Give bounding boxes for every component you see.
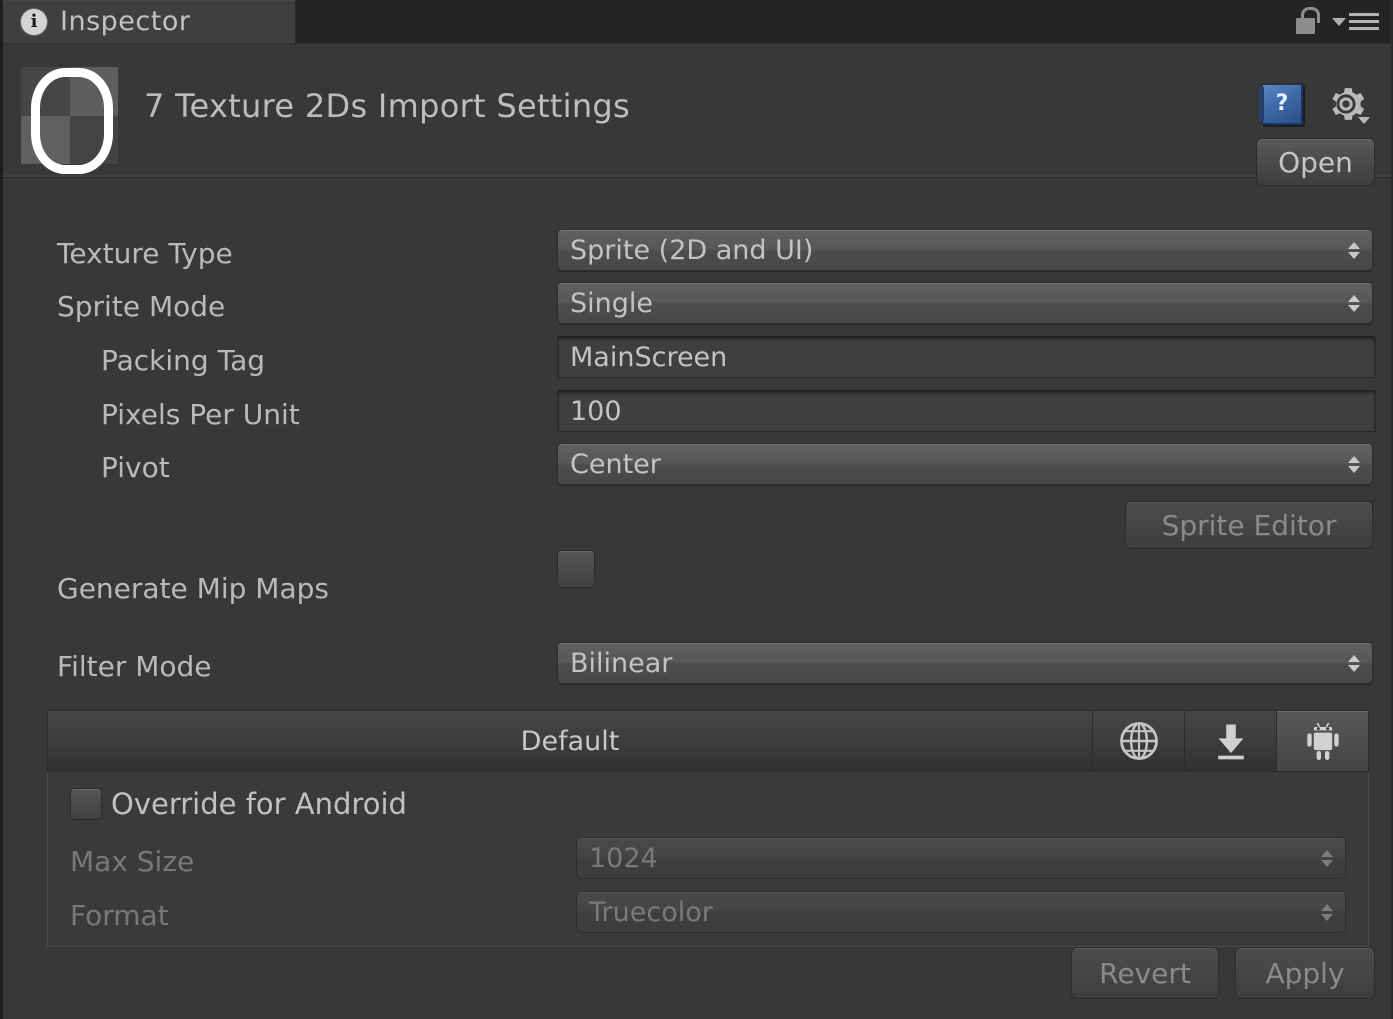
pivot-label: Pivot xyxy=(57,454,170,482)
format-dropdown[interactable]: Truecolor xyxy=(576,891,1346,933)
row-generate-mip-maps: Generate Mip Maps xyxy=(3,566,1391,612)
texture-checkerboard-icon xyxy=(21,67,118,164)
override-for-android-label: Override for Android xyxy=(111,787,407,821)
settings-body: Texture Type Sprite (2D and UI) Sprite M… xyxy=(3,178,1391,1019)
help-book-icon[interactable]: ? xyxy=(1261,83,1303,125)
tab-inspector[interactable]: i Inspector xyxy=(3,0,296,43)
object-header: 7 Texture 2Ds Import Settings ? Open xyxy=(3,44,1391,178)
packing-tag-label: Packing Tag xyxy=(57,347,265,375)
texture-type-dropdown[interactable]: Sprite (2D and UI) xyxy=(557,229,1373,271)
platform-tab-default[interactable]: Default xyxy=(48,711,1092,771)
chevron-updown-icon xyxy=(1348,295,1360,312)
pivot-dropdown[interactable]: Center xyxy=(557,443,1373,485)
revert-button[interactable]: Revert xyxy=(1071,947,1219,999)
max-size-value: 1024 xyxy=(589,843,658,874)
texture-type-value: Sprite (2D and UI) xyxy=(570,235,813,266)
pivot-value: Center xyxy=(570,449,661,480)
download-icon xyxy=(1209,719,1253,763)
header-icon-group: ? xyxy=(1261,83,1367,125)
info-icon: i xyxy=(21,9,47,35)
hamburger-menu-icon[interactable] xyxy=(1332,13,1379,30)
apply-button[interactable]: Apply xyxy=(1235,947,1375,999)
web-platform-tab[interactable] xyxy=(1092,711,1184,771)
format-label: Format xyxy=(70,902,169,930)
sprite-mode-label: Sprite Mode xyxy=(57,293,225,321)
filter-mode-label: Filter Mode xyxy=(57,653,212,681)
page-title: 7 Texture 2Ds Import Settings xyxy=(144,87,630,125)
texture-type-label: Texture Type xyxy=(57,240,233,268)
globe-icon xyxy=(1118,720,1160,762)
chevron-updown-icon xyxy=(1321,904,1333,921)
inspector-window: i Inspector 7 Texture 2Ds Import Setting… xyxy=(0,0,1393,1019)
chevron-updown-icon xyxy=(1348,655,1360,672)
packing-tag-value: MainScreen xyxy=(570,342,727,373)
android-platform-tab[interactable] xyxy=(1276,711,1368,771)
sprite-mode-dropdown[interactable]: Single xyxy=(557,282,1373,324)
chevron-updown-icon xyxy=(1348,242,1360,259)
pixels-per-unit-label: Pixels Per Unit xyxy=(57,401,300,429)
standalone-platform-tab[interactable] xyxy=(1184,711,1276,771)
platform-tab-bar: Default xyxy=(47,710,1369,772)
format-value: Truecolor xyxy=(589,897,713,928)
override-for-android-checkbox[interactable] xyxy=(70,788,102,820)
help-glyph: ? xyxy=(1276,93,1289,115)
max-size-label: Max Size xyxy=(70,848,194,876)
chevron-updown-icon xyxy=(1321,850,1333,867)
generate-mip-maps-label: Generate Mip Maps xyxy=(57,575,329,603)
sprite-editor-button[interactable]: Sprite Editor xyxy=(1125,501,1373,549)
pixels-per-unit-input[interactable]: 100 xyxy=(557,390,1376,432)
packing-tag-input[interactable]: MainScreen xyxy=(557,336,1376,378)
sprite-mode-value: Single xyxy=(570,288,653,319)
tab-bar-controls xyxy=(1294,0,1391,43)
filter-mode-value: Bilinear xyxy=(570,648,672,679)
footer-buttons: Revert Apply xyxy=(1071,947,1375,999)
android-icon xyxy=(1303,719,1343,763)
platform-settings-box: Default xyxy=(47,711,1369,947)
override-row: Override for Android xyxy=(70,787,407,821)
tab-inspector-label: Inspector xyxy=(60,8,190,35)
max-size-dropdown[interactable]: 1024 xyxy=(576,837,1346,879)
tab-bar: i Inspector xyxy=(3,0,1391,44)
lock-icon[interactable] xyxy=(1294,7,1320,37)
generate-mip-maps-checkbox[interactable] xyxy=(557,550,595,588)
pixels-per-unit-value: 100 xyxy=(570,396,622,427)
chevron-updown-icon xyxy=(1348,456,1360,473)
gear-icon[interactable] xyxy=(1325,83,1367,125)
filter-mode-dropdown[interactable]: Bilinear xyxy=(557,642,1373,684)
gear-dropdown-caret xyxy=(1358,117,1370,124)
